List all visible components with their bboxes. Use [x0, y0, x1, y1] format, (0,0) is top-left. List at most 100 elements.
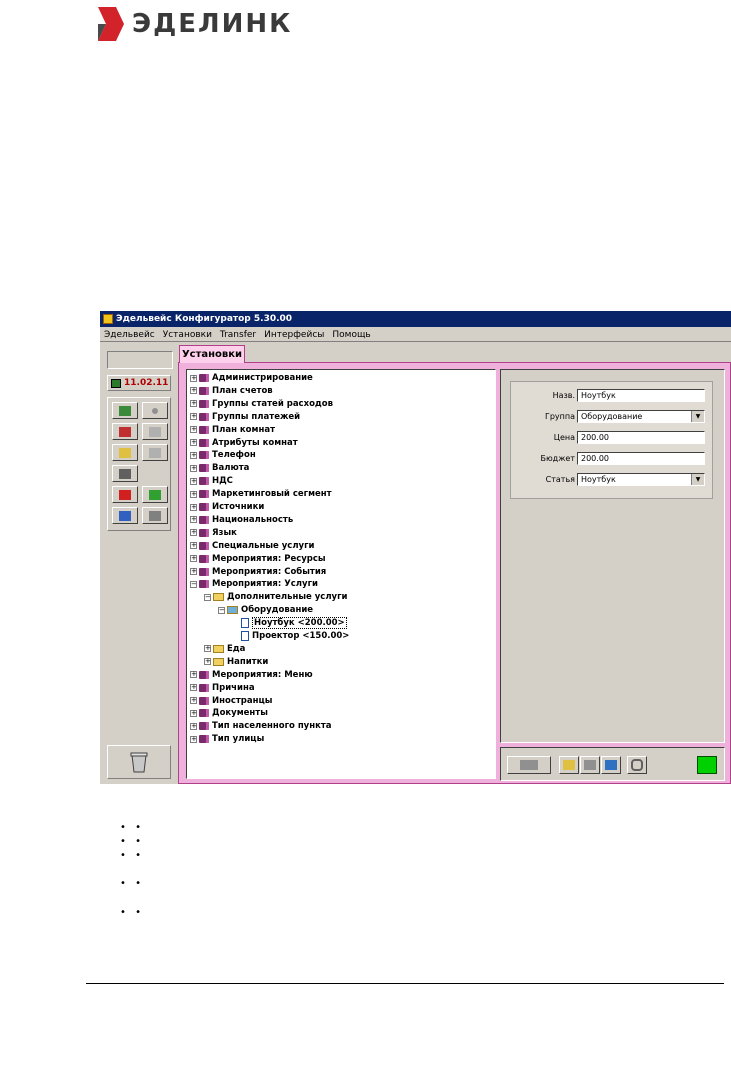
expand-icon[interactable]: +	[190, 413, 197, 421]
collapse-icon[interactable]: −	[218, 606, 225, 614]
expand-icon[interactable]: +	[190, 697, 197, 704]
expand-icon[interactable]: +	[190, 555, 197, 563]
expand-icon[interactable]: +	[190, 671, 197, 679]
tree-item[interactable]: + Специальные услуги	[190, 540, 315, 552]
toolbar-button-11[interactable]	[142, 507, 168, 524]
tree-item[interactable]: + Тип населенного пункта	[190, 720, 332, 732]
menu-interfaces[interactable]: Интерфейсы	[264, 330, 324, 340]
book-icon	[199, 451, 209, 460]
tree-item[interactable]: + Мероприятия: Меню	[190, 669, 313, 681]
toolbar-button-4[interactable]	[142, 423, 168, 440]
menu-transfer[interactable]: Transfer	[220, 330, 256, 340]
tree-item[interactable]: + Иностранцы	[190, 695, 272, 707]
tree-item[interactable]: + Еда	[204, 643, 245, 655]
budget-field[interactable]: 200.00	[577, 452, 705, 465]
tree-item[interactable]: Проектор <150.00>	[232, 630, 349, 642]
handshake-button[interactable]	[507, 756, 551, 774]
tree-item[interactable]: + Тип улицы	[190, 733, 264, 745]
expand-icon[interactable]: +	[190, 451, 197, 459]
date-display[interactable]: 11.02.11	[107, 375, 171, 391]
tree-item[interactable]: + План счетов	[190, 385, 273, 397]
settings-tree[interactable]: + Администрирование + План счетов + Группы ст…	[186, 369, 496, 779]
tree-item[interactable]: − Мероприятия: Услуги	[190, 578, 318, 590]
toolbar-button-7[interactable]	[112, 465, 138, 482]
article-select[interactable]: Ноутбук ▼	[577, 473, 705, 486]
toolbar-button-2[interactable]	[142, 402, 168, 419]
toolbar-button-10[interactable]	[112, 507, 138, 524]
expand-icon[interactable]: +	[190, 529, 197, 537]
tree-item[interactable]: + Администрирование	[190, 372, 313, 384]
tree-item-label: План счетов	[212, 385, 273, 396]
tree-item[interactable]: − Оборудование	[218, 604, 313, 616]
expand-icon[interactable]: +	[190, 542, 197, 550]
expand-icon[interactable]: +	[190, 426, 197, 434]
tree-item[interactable]: + Причина	[190, 682, 255, 694]
chevron-down-icon[interactable]: ▼	[691, 474, 704, 485]
expand-icon[interactable]: +	[190, 439, 197, 446]
toolbar-button-3[interactable]	[112, 423, 138, 440]
expand-icon[interactable]: +	[190, 722, 197, 730]
toolbar-button-1[interactable]	[112, 402, 138, 419]
tree-item[interactable]: + Группы платежей	[190, 411, 300, 423]
expand-icon[interactable]: +	[190, 735, 197, 743]
tree-item[interactable]: + План комнат	[190, 424, 275, 436]
group-select[interactable]: Оборудование ▼	[577, 410, 705, 423]
expand-icon[interactable]: +	[190, 684, 197, 692]
tree-item[interactable]: + Мероприятия: События	[190, 566, 326, 578]
tree-item[interactable]: + Документы	[190, 707, 268, 719]
trash-button[interactable]	[107, 745, 171, 779]
expand-icon[interactable]: +	[190, 387, 197, 395]
toolbar-button-9[interactable]	[142, 486, 168, 503]
dot-icon	[152, 407, 158, 414]
tree-item[interactable]: + Маркетинговый сегмент	[190, 488, 332, 500]
expand-icon[interactable]: +	[190, 490, 197, 498]
chevron-down-icon[interactable]: ▼	[691, 411, 704, 422]
expand-icon[interactable]: +	[190, 516, 197, 524]
menu-help[interactable]: Помощь	[332, 330, 370, 340]
toolbar-button-5[interactable]	[112, 444, 138, 461]
expand-icon[interactable]: +	[190, 464, 197, 472]
tree-item[interactable]: + Атрибуты комнат	[190, 437, 298, 449]
expand-icon[interactable]: +	[190, 503, 197, 511]
expand-icon[interactable]: +	[204, 658, 211, 666]
tab-settings[interactable]: Установки	[179, 345, 245, 363]
tree-item-label: Группы статей расходов	[212, 398, 334, 409]
tree-item-label: Мероприятия: Меню	[212, 669, 313, 680]
tree-item[interactable]: + Источники	[190, 501, 264, 513]
edit-button[interactable]	[580, 756, 600, 774]
tree-item-label: Мероприятия: Услуги	[212, 579, 318, 590]
undo-button[interactable]	[627, 756, 647, 774]
expand-icon[interactable]: +	[190, 400, 197, 408]
calculator-icon	[119, 405, 131, 416]
menu-settings[interactable]: Установки	[163, 330, 212, 340]
book-icon	[199, 709, 209, 718]
expand-icon[interactable]: +	[190, 374, 197, 382]
tree-item[interactable]: Ноутбук <200.00>	[232, 617, 347, 630]
tree-item[interactable]: + Мероприятия: Ресурсы	[190, 553, 326, 565]
window-title: Эдельвейс Конфигуратор 5.30.00	[116, 314, 293, 324]
expand-icon[interactable]: +	[204, 645, 211, 653]
tree-item[interactable]: + Национальность	[190, 514, 293, 526]
tree-item[interactable]: + НДС	[190, 475, 233, 487]
expand-icon[interactable]: +	[190, 709, 197, 717]
tree-item[interactable]: − Дополнительные услуги	[204, 591, 348, 603]
clipboard-icon	[119, 468, 131, 479]
toolbar-button-8[interactable]	[112, 486, 138, 503]
expand-icon[interactable]: +	[190, 568, 197, 575]
price-field[interactable]: 200.00	[577, 431, 705, 444]
tree-item[interactable]: + Язык	[190, 527, 237, 539]
book-icon	[199, 490, 209, 499]
expand-icon[interactable]: +	[190, 477, 197, 485]
print-button[interactable]	[601, 756, 621, 774]
new-button[interactable]	[559, 756, 579, 774]
menu-edelweiss[interactable]: Эдельвейс	[104, 330, 155, 340]
toolbar-button-6[interactable]	[142, 444, 168, 461]
tree-item[interactable]: + Валюта	[190, 462, 249, 474]
tree-item[interactable]: + Напитки	[204, 656, 268, 668]
name-field[interactable]: Ноутбук	[577, 389, 705, 402]
calendar-icon	[111, 378, 121, 388]
collapse-icon[interactable]: −	[190, 580, 197, 588]
collapse-icon[interactable]: −	[204, 593, 211, 601]
tree-item[interactable]: + Группы статей расходов	[190, 398, 333, 410]
tree-item[interactable]: + Телефон	[190, 449, 256, 461]
